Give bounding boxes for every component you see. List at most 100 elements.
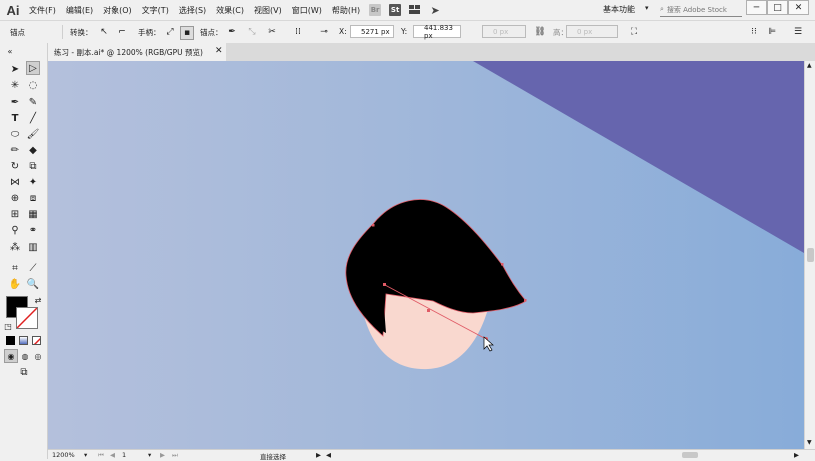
mesh-tool-icon[interactable]: ⊞ xyxy=(8,207,22,221)
y-coordinate-field[interactable]: 441.833 px xyxy=(413,24,461,40)
minimize-button[interactable]: ─ xyxy=(746,0,767,15)
artboard-number[interactable]: 1 xyxy=(122,451,126,459)
menu-select[interactable]: 选择(S) xyxy=(174,5,211,16)
lasso-icon[interactable]: ◌ xyxy=(26,78,40,92)
blend-tool-icon[interactable]: ⚭ xyxy=(26,223,40,237)
scroll-down-icon[interactable]: ▼ xyxy=(807,439,812,446)
puppet-warp-icon[interactable]: ✦ xyxy=(26,175,40,189)
perspective-grid-icon[interactable]: ⧈ xyxy=(26,191,40,205)
scale-tool-icon[interactable]: ⧉ xyxy=(26,159,40,173)
isolate-anchor-icon[interactable]: ⊸ xyxy=(318,26,330,38)
menu-view[interactable]: 视图(V) xyxy=(249,5,287,16)
anchor-point[interactable] xyxy=(372,224,375,227)
align-icon[interactable]: ⁞⁞ xyxy=(292,26,304,38)
workspace-switcher[interactable]: 基本功能 xyxy=(603,4,635,15)
paintbrush-icon[interactable]: 🖌 xyxy=(26,127,40,141)
type-tool-icon[interactable]: T xyxy=(8,111,22,125)
menu-effect[interactable]: 效果(C) xyxy=(211,5,249,16)
zoom-tool-icon[interactable]: 🔍 xyxy=(26,277,40,291)
hand-tool-icon[interactable]: ✋ xyxy=(8,277,22,291)
anchor-point[interactable] xyxy=(383,283,386,286)
selection-tool-icon[interactable]: ➤ xyxy=(8,62,22,76)
eyedropper-icon[interactable]: ⚲ xyxy=(8,223,22,237)
line-tool-icon[interactable]: ╱ xyxy=(26,111,40,125)
rotate-tool-icon[interactable]: ↻ xyxy=(8,159,22,173)
anchor-point[interactable] xyxy=(427,309,430,312)
artboard-canvas[interactable] xyxy=(48,61,804,449)
convert-to-corner-icon[interactable]: ↖ xyxy=(98,26,110,38)
document-tab[interactable]: 练习 - 副本.ai* @ 1200% (RGB/GPU 预览) ✕ xyxy=(48,43,226,61)
vertical-scrollbar[interactable]: ▲ ▼ xyxy=(804,61,815,449)
draw-behind-icon[interactable]: ◍ xyxy=(18,349,32,363)
none-mode-icon[interactable] xyxy=(32,336,41,345)
purple-triangle[interactable] xyxy=(473,61,804,253)
cut-path-icon[interactable]: ✂ xyxy=(266,26,278,38)
bridge-icon[interactable]: Br xyxy=(369,4,382,16)
anchor-point[interactable] xyxy=(524,299,527,302)
gradient-mode-icon[interactable] xyxy=(19,336,28,345)
scroll-left-icon[interactable]: ◀ xyxy=(326,451,331,459)
menu-help[interactable]: 帮助(H) xyxy=(327,5,365,16)
color-mode-icon[interactable] xyxy=(6,336,15,345)
convert-to-smooth-icon[interactable]: ⌐ xyxy=(116,26,128,38)
close-window-button[interactable]: ✕ xyxy=(788,0,809,15)
show-handles-icon[interactable]: ⤢ xyxy=(164,26,176,38)
arrange-icon[interactable]: ⁝⁝ xyxy=(748,26,760,38)
stock-search-input[interactable]: ⌕ 搜索 Adobe Stock xyxy=(660,3,742,17)
status-menu-icon[interactable]: ▶ xyxy=(316,451,321,459)
pen-tool-icon[interactable]: ✒ xyxy=(8,95,22,109)
eraser-icon[interactable]: ◆ xyxy=(26,143,40,157)
remove-anchor-icon[interactable]: ✒ xyxy=(226,26,238,38)
swap-fill-stroke-icon[interactable]: ⇄ xyxy=(31,293,45,307)
chevron-down-icon[interactable]: ▾ xyxy=(645,4,649,12)
arrange-documents-icon[interactable] xyxy=(409,4,421,16)
draw-inside-icon[interactable]: ◎ xyxy=(31,349,45,363)
panel-menu-icon[interactable]: ☰ xyxy=(792,26,804,38)
zoom-level[interactable]: 1200% xyxy=(52,451,75,459)
direct-selection-tool-icon[interactable]: ▷ xyxy=(26,61,40,75)
send-icon[interactable]: ➤ xyxy=(429,4,441,17)
slice-tool-icon[interactable]: ⟋ xyxy=(26,261,40,275)
align-panel-icon[interactable]: ⊫ xyxy=(766,26,778,38)
curvature-tool-icon[interactable]: ✎ xyxy=(26,95,40,109)
shape-builder-icon[interactable]: ⊕ xyxy=(8,191,22,205)
prev-artboard-icon[interactable]: ◀ xyxy=(110,451,115,459)
width-tool-icon[interactable]: ⋈ xyxy=(8,175,22,189)
scroll-up-icon[interactable]: ▲ xyxy=(807,62,812,69)
stroke-swatch[interactable] xyxy=(16,307,38,329)
screen-mode-icon[interactable]: ⧉ xyxy=(17,365,31,379)
symbol-sprayer-icon[interactable]: ⁂ xyxy=(8,240,22,254)
collapse-panel-icon[interactable]: « xyxy=(3,44,17,58)
scroll-thumb[interactable] xyxy=(807,248,814,262)
connect-anchors-icon[interactable]: ⤡ xyxy=(246,26,258,38)
height-field[interactable]: 0 px xyxy=(566,25,618,38)
hide-handles-icon[interactable]: ▪ xyxy=(180,26,194,40)
draw-normal-icon[interactable]: ◉ xyxy=(4,349,18,363)
menu-type[interactable]: 文字(T) xyxy=(137,5,174,16)
pencil-tool-icon[interactable]: ✏ xyxy=(8,143,22,157)
ellipse-tool-icon[interactable]: ⬭ xyxy=(8,127,22,141)
menu-window[interactable]: 窗口(W) xyxy=(287,5,327,16)
menu-file[interactable]: 文件(F) xyxy=(24,5,61,16)
default-colors-icon[interactable]: ◳ xyxy=(1,319,15,333)
menu-object[interactable]: 对象(O) xyxy=(98,5,137,16)
menu-edit[interactable]: 编辑(E) xyxy=(61,5,98,16)
column-graph-icon[interactable]: ▥ xyxy=(26,240,40,254)
width-field[interactable]: 0 px xyxy=(482,25,526,38)
gradient-tool-icon[interactable]: ▦ xyxy=(26,207,40,221)
artboard-tool-icon[interactable]: ⌗ xyxy=(8,261,22,275)
link-icon[interactable]: ⛓ xyxy=(534,26,546,38)
magic-wand-icon[interactable]: ✳ xyxy=(8,78,22,92)
x-coordinate-field[interactable]: 5271 px xyxy=(350,25,394,38)
artboard-dropdown-icon[interactable]: ▾ xyxy=(148,451,151,459)
anchor-point[interactable] xyxy=(501,263,504,266)
zoom-dropdown-icon[interactable]: ▾ xyxy=(84,451,87,459)
transform-icon[interactable]: ⛶ xyxy=(628,26,640,38)
app-logo: Ai xyxy=(6,2,20,18)
horizontal-scroll-thumb[interactable] xyxy=(682,452,698,458)
scroll-right-icon[interactable]: ▶ xyxy=(794,451,799,459)
next-artboard-icon[interactable]: ▶ xyxy=(160,451,165,459)
close-tab-icon[interactable]: ✕ xyxy=(215,46,223,56)
maximize-button[interactable]: □ xyxy=(767,0,788,15)
stock-icon[interactable]: St xyxy=(389,4,402,16)
